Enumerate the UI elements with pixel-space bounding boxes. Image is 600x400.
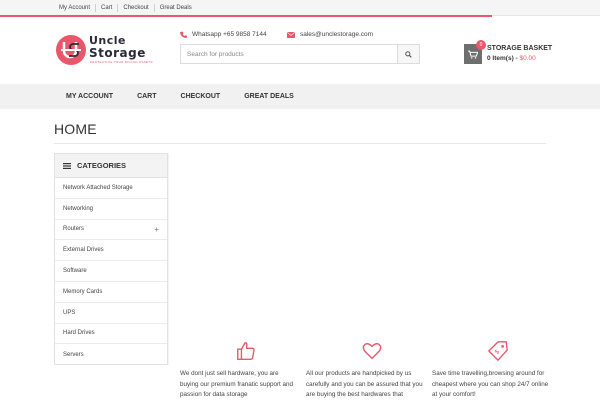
feature-handpicked-text: All our products are handpicked by us ca… — [306, 370, 423, 398]
categories-heading: CATEGORIES — [77, 161, 127, 170]
price-tag-icon: $ — [488, 341, 508, 361]
categories-panel: CATEGORIES Network Attached Storage Netw… — [54, 153, 168, 365]
thumbs-up-icon — [237, 342, 255, 360]
category-item-networking[interactable]: Networking — [55, 199, 167, 220]
feature-save-time-text: Save time travelling,browsing around for… — [432, 370, 549, 398]
search-input[interactable] — [181, 45, 399, 63]
logo-line-2: Storage — [89, 46, 146, 60]
logo-tagline: PROTECTING YOUR DIGITAL ASSETS — [90, 60, 153, 64]
contact-phone: Whatsapp +65 9858 7144 — [180, 31, 267, 38]
category-item-hard-drives[interactable]: Hard Drives — [55, 324, 167, 345]
expand-plus-icon[interactable]: + — [154, 225, 159, 235]
top-link-checkout[interactable]: Checkout — [118, 3, 155, 12]
category-item-memory-cards[interactable]: Memory Cards — [55, 282, 167, 303]
top-link-great-deals[interactable]: Great Deals — [155, 4, 197, 12]
category-item-network-attached-storage[interactable]: Network Attached Storage — [55, 178, 167, 199]
basket-items-count: 0 Item(s) — [487, 55, 514, 62]
top-link-cart[interactable]: Cart — [96, 3, 119, 12]
categories-edge — [168, 153, 169, 365]
category-label: Software — [63, 268, 87, 275]
category-item-external-drives[interactable]: External Drives — [55, 240, 167, 262]
categories-header[interactable]: CATEGORIES — [55, 154, 167, 178]
logo-wordmark: Uncle Storage — [89, 35, 146, 60]
heart-icon — [362, 343, 382, 360]
feature-support-text: We dont just sell hardware, you are buyi… — [180, 370, 294, 398]
nav-item-cart[interactable]: CART — [125, 93, 168, 100]
page-title: HOME — [54, 121, 97, 137]
category-label: Hard Drives — [63, 330, 95, 337]
top-bar: My Account Cart Checkout Great Deals — [0, 0, 600, 16]
nav-item-my-account[interactable]: MY ACCOUNT — [54, 93, 125, 100]
cart-icon — [468, 50, 478, 59]
site-logo[interactable]: Uncle Storage PROTECTING YOUR DIGITAL AS… — [55, 34, 165, 68]
search-button[interactable] — [397, 45, 419, 63]
category-label: Routers — [63, 226, 85, 233]
logo-badge-icon — [56, 35, 86, 65]
menu-icon — [63, 162, 71, 169]
basket-total: $0.00 — [519, 55, 536, 62]
title-divider — [54, 143, 546, 144]
main-nav: MY ACCOUNT CART CHECKOUT GREAT DEALS — [0, 84, 600, 109]
top-links: My Account Cart Checkout Great Deals — [54, 0, 197, 15]
category-label: Servers — [63, 351, 84, 358]
basket-count-badge: 0 — [476, 40, 486, 50]
search-icon — [405, 50, 412, 58]
email-text[interactable]: sales@unclestorage.com — [300, 31, 373, 38]
nav-item-checkout[interactable]: CHECKOUT — [169, 93, 233, 100]
category-label: UPS — [63, 309, 76, 316]
category-item-software[interactable]: Software — [55, 261, 167, 282]
main-nav-items: MY ACCOUNT CART CHECKOUT GREAT DEALS — [54, 84, 306, 109]
contact-email[interactable]: sales@unclestorage.com — [287, 31, 373, 38]
storage-basket[interactable]: 0 STORAGE BASKET 0 Item(s) - $0.00 — [464, 40, 554, 66]
category-label: Network Attached Storage — [63, 184, 133, 191]
envelope-icon — [287, 31, 295, 38]
basket-summary: 0 Item(s) - $0.00 — [487, 55, 536, 62]
svg-text:$: $ — [493, 348, 502, 357]
phone-text: Whatsapp +65 9858 7144 — [192, 31, 267, 38]
top-link-my-account[interactable]: My Account — [54, 3, 97, 12]
category-label: Memory Cards — [63, 288, 103, 295]
category-item-servers[interactable]: Servers — [55, 344, 167, 365]
category-item-routers[interactable]: Routers + — [55, 220, 167, 241]
nav-item-great-deals[interactable]: GREAT DEALS — [232, 93, 306, 100]
category-label: External Drives — [63, 247, 104, 254]
category-item-ups[interactable]: UPS — [55, 303, 167, 324]
phone-icon — [180, 31, 187, 38]
search-bar — [180, 44, 420, 64]
basket-title: STORAGE BASKET — [487, 45, 553, 52]
category-label: Networking — [63, 205, 94, 212]
top-accent-line — [0, 15, 492, 17]
